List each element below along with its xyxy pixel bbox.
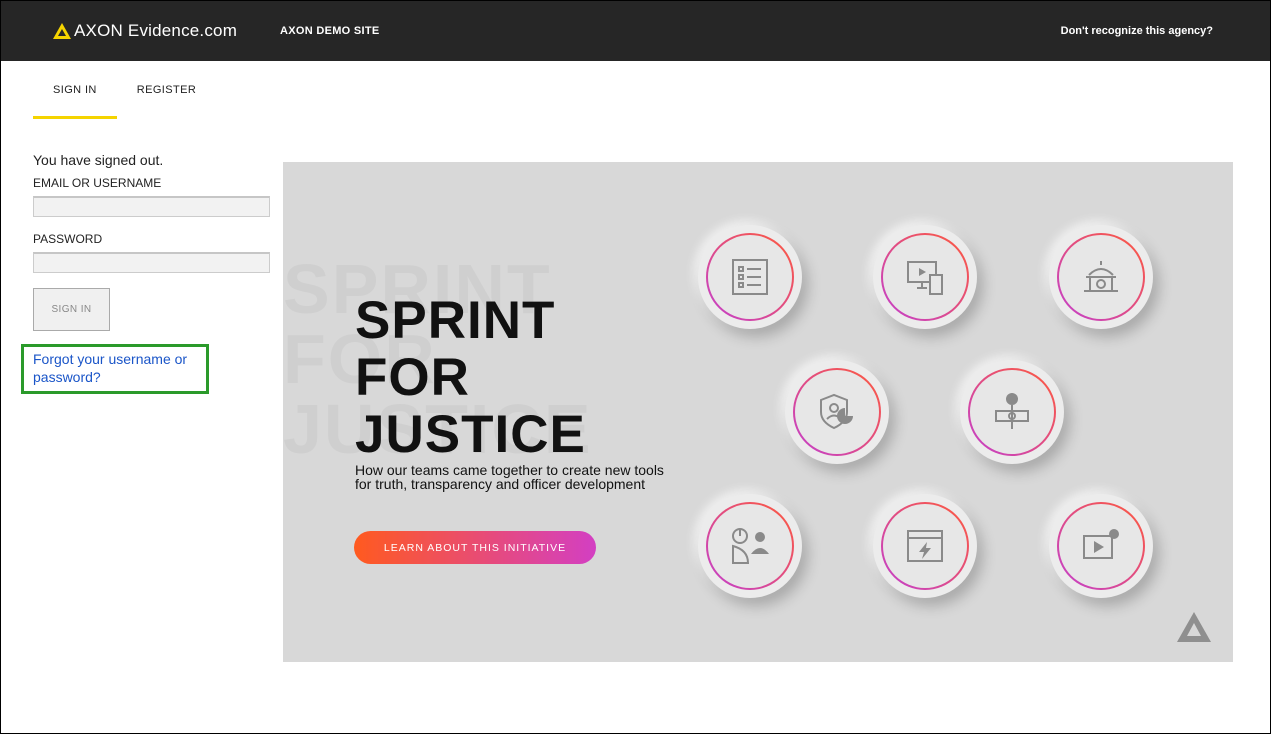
feature-circle-2 <box>873 225 977 329</box>
people-chart-icon <box>732 528 769 564</box>
government-building-icon <box>1084 261 1118 292</box>
sprint-for-justice-banner[interactable]: SPRINT FOR JUSTICE SPRINT FOR JUSTICE Ho… <box>283 162 1233 662</box>
feature-circle-4 <box>785 360 889 464</box>
feature-circle-3 <box>1049 225 1153 329</box>
password-field[interactable] <box>33 252 270 273</box>
forgot-username-password-link[interactable]: Forgot your username or password? <box>33 350 213 386</box>
tab-register[interactable]: REGISTER <box>117 76 216 119</box>
feature-circle-8 <box>1049 494 1153 598</box>
feature-circle-7 <box>873 494 977 598</box>
tab-sign-in[interactable]: SIGN IN <box>33 76 117 119</box>
agency-site-name: AXON DEMO SITE <box>280 25 380 37</box>
headline-line-1: SPRINT <box>355 291 556 350</box>
feature-circle-5 <box>960 360 1064 464</box>
email-username-field[interactable] <box>33 196 270 217</box>
axon-triangle-icon <box>53 23 71 39</box>
password-label: PASSWORD <box>33 232 103 246</box>
timeline-lightning-icon <box>995 393 1029 429</box>
headline-line-3: JUSTICE <box>355 405 586 464</box>
browser-lightning-icon <box>907 530 943 562</box>
feature-circle-6 <box>698 494 802 598</box>
axon-logo-icon <box>1177 612 1211 642</box>
logo-text: AXON Evidence.com <box>74 21 238 40</box>
email-label: EMAIL OR USERNAME <box>33 176 162 190</box>
document-list-icon <box>732 259 768 295</box>
shield-chart-icon <box>820 393 853 430</box>
top-navigation-bar: AXON Evidence.com AXON DEMO SITE Don't r… <box>1 1 1270 61</box>
dont-recognize-agency-link[interactable]: Don't recognize this agency? <box>1061 25 1213 37</box>
banner-subtext: How our teams came together to create ne… <box>355 462 664 492</box>
auth-tabs: SIGN IN REGISTER <box>33 76 216 119</box>
axon-evidence-logo[interactable]: AXON Evidence.com <box>53 21 237 41</box>
headline-line-2: FOR <box>355 348 470 407</box>
monitor-devices-icon <box>907 261 943 295</box>
sign-in-form: You have signed out. EMAIL OR USERNAME P… <box>33 152 273 331</box>
banner-headline: SPRINT FOR JUSTICE <box>355 292 586 463</box>
signed-out-message: You have signed out. <box>33 152 164 168</box>
feature-circle-1 <box>698 225 802 329</box>
video-upload-icon <box>1083 529 1119 559</box>
sign-in-button[interactable]: SIGN IN <box>33 288 110 331</box>
learn-about-initiative-button[interactable]: LEARN ABOUT THIS INITIATIVE <box>354 531 596 564</box>
